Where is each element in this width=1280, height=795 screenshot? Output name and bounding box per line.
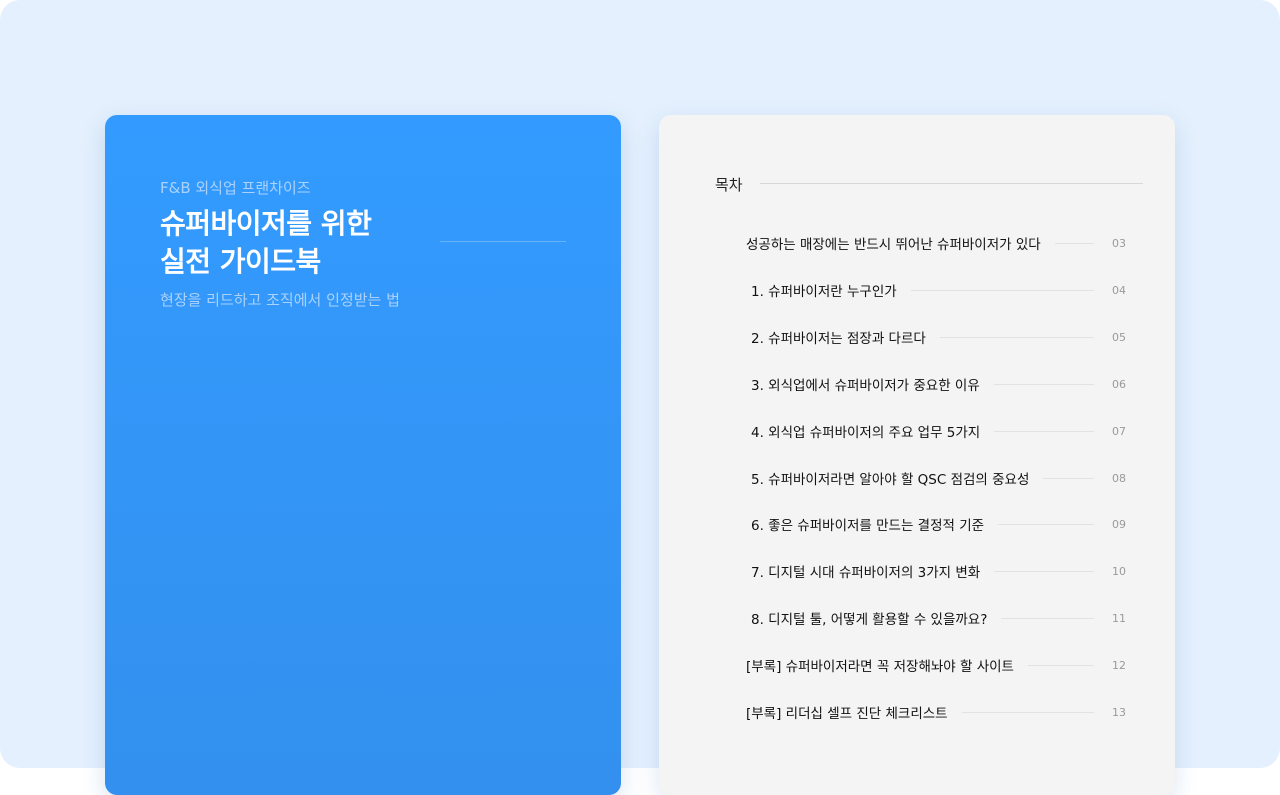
cover-page: F&B 외식업 프랜차이즈 슈퍼바이저를 위한 실전 가이드북 현장을 리드하고… xyxy=(105,115,621,795)
cover-title: 슈퍼바이저를 위한 실전 가이드북 xyxy=(160,205,372,281)
toc-leader-line xyxy=(1054,242,1094,244)
toc-page-number: 06 xyxy=(1112,377,1126,391)
toc-item-3[interactable]: 3. 외식업에서 슈퍼바이저가 중요한 이유 06 xyxy=(751,372,1126,396)
toc-item-label: 성공하는 매장에는 반드시 뛰어난 슈퍼바이저가 있다 xyxy=(746,237,1041,253)
toc-page-number: 09 xyxy=(1112,517,1126,531)
toc-leader-line xyxy=(998,523,1094,525)
toc-item-label: 8. 디지털 툴, 어떻게 활용할 수 있을까요? xyxy=(751,612,988,628)
toc-leader-line xyxy=(910,289,1094,291)
toc-leader-line xyxy=(994,430,1094,432)
toc-item-label: 2. 슈퍼바이저는 점장과 다르다 xyxy=(751,331,926,347)
toc-leader-line xyxy=(1027,664,1094,666)
toc-item-appendix-2[interactable]: [부록] 리더십 셀프 진단 체크리스트 13 xyxy=(746,700,1126,724)
toc-item-label: 4. 외식업 슈퍼바이저의 주요 업무 5가지 xyxy=(751,425,981,441)
toc-item-appendix-1[interactable]: [부록] 슈퍼바이저라면 꼭 저장해놔야 할 사이트 12 xyxy=(746,653,1126,677)
toc-list: 성공하는 매장에는 반드시 뛰어난 슈퍼바이저가 있다 03 1. 슈퍼바이저란… xyxy=(659,115,1175,795)
cover-eyebrow: F&B 외식업 프랜차이즈 xyxy=(160,179,311,197)
toc-item-8[interactable]: 8. 디지털 툴, 어떻게 활용할 수 있을까요? 11 xyxy=(751,606,1126,630)
toc-item-intro[interactable]: 성공하는 매장에는 반드시 뛰어난 슈퍼바이저가 있다 03 xyxy=(746,231,1126,255)
toc-leader-line xyxy=(961,711,1094,713)
toc-page: 목차 성공하는 매장에는 반드시 뛰어난 슈퍼바이저가 있다 03 1. 슈퍼바… xyxy=(659,115,1175,795)
toc-page-number: 13 xyxy=(1112,705,1126,719)
toc-item-label: 6. 좋은 슈퍼바이저를 만드는 결정적 기준 xyxy=(751,518,985,534)
toc-leader-line xyxy=(1001,617,1094,619)
cover-divider xyxy=(440,241,566,242)
toc-item-label: 3. 외식업에서 슈퍼바이저가 중요한 이유 xyxy=(751,378,980,394)
toc-page-number: 11 xyxy=(1112,611,1126,625)
toc-item-5[interactable]: 5. 슈퍼바이저라면 알아야 할 QSC 점검의 중요성 08 xyxy=(751,466,1126,490)
toc-item-7[interactable]: 7. 디지털 시대 슈퍼바이저의 3가지 변화 10 xyxy=(751,559,1126,583)
page-background: F&B 외식업 프랜차이즈 슈퍼바이저를 위한 실전 가이드북 현장을 리드하고… xyxy=(0,0,1280,795)
cover-title-line-2: 실전 가이드북 xyxy=(160,245,321,278)
toc-page-number: 07 xyxy=(1112,424,1126,438)
toc-leader-line xyxy=(1043,477,1094,479)
toc-page-number: 08 xyxy=(1112,471,1126,485)
toc-item-1[interactable]: 1. 슈퍼바이저란 누구인가 04 xyxy=(751,278,1126,302)
toc-item-2[interactable]: 2. 슈퍼바이저는 점장과 다르다 05 xyxy=(751,325,1126,349)
toc-leader-line xyxy=(993,383,1094,385)
toc-item-4[interactable]: 4. 외식업 슈퍼바이저의 주요 업무 5가지 07 xyxy=(751,419,1126,443)
toc-page-number: 03 xyxy=(1112,236,1126,250)
toc-leader-line xyxy=(994,570,1094,572)
toc-item-label: 1. 슈퍼바이저란 누구인가 xyxy=(751,284,897,300)
cover-subtitle: 현장을 리드하고 조직에서 인정받는 법 xyxy=(160,291,400,309)
toc-page-number: 12 xyxy=(1112,658,1126,672)
toc-leader-line xyxy=(939,336,1094,338)
toc-page-number: 10 xyxy=(1112,564,1126,578)
cover-title-line-1: 슈퍼바이저를 위한 xyxy=(160,207,372,240)
toc-item-label: [부록] 리더십 셀프 진단 체크리스트 xyxy=(746,706,948,722)
toc-page-number: 05 xyxy=(1112,330,1126,344)
toc-item-label: [부록] 슈퍼바이저라면 꼭 저장해놔야 할 사이트 xyxy=(746,659,1014,675)
toc-item-6[interactable]: 6. 좋은 슈퍼바이저를 만드는 결정적 기준 09 xyxy=(751,512,1126,536)
toc-item-label: 5. 슈퍼바이저라면 알아야 할 QSC 점검의 중요성 xyxy=(751,472,1030,488)
toc-item-label: 7. 디지털 시대 슈퍼바이저의 3가지 변화 xyxy=(751,565,981,581)
toc-page-number: 04 xyxy=(1112,283,1126,297)
